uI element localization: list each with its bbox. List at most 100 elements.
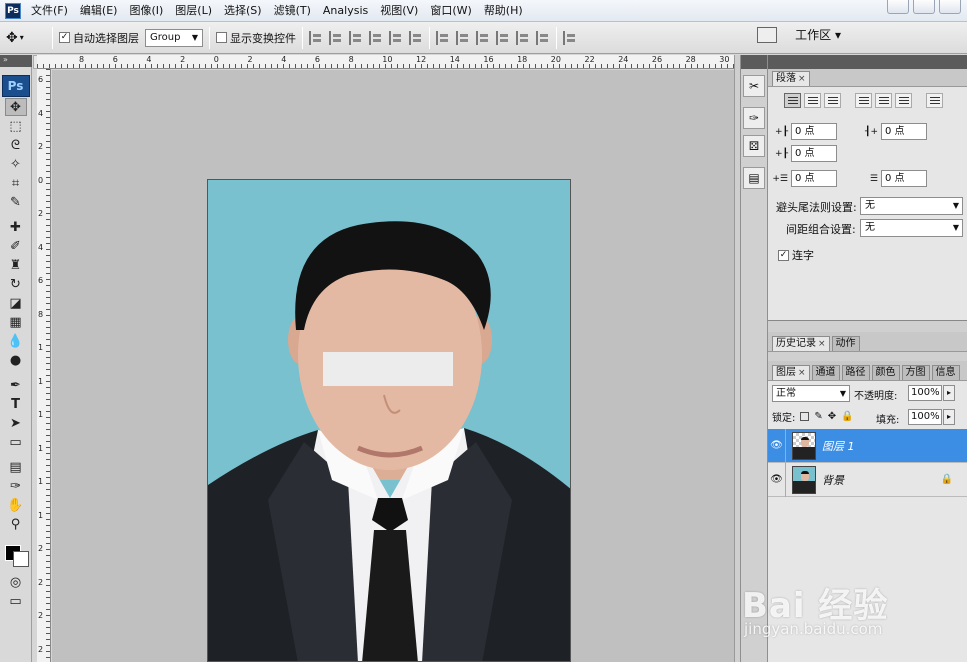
color-swatches[interactable] [3,537,29,567]
move-tool-icon[interactable]: ✥ [4,98,27,116]
blend-mode-select[interactable]: 正常 [772,385,850,402]
distribute-right-icon[interactable] [536,30,550,45]
clone-stamp-tool-icon[interactable]: ♜ [5,256,27,274]
tool-options-icon[interactable]: ✂ [743,75,765,97]
path-selection-tool-icon[interactable]: ➤ [5,414,27,432]
fill-slider-button[interactable]: ▸ [943,409,955,425]
marquee-tool-icon[interactable]: ⬚ [5,117,27,135]
lock-position-icon[interactable]: ✥ [828,411,836,422]
align-right-text-icon[interactable] [824,93,841,108]
tab-histogram[interactable]: 方图 [901,365,930,380]
menu-filter[interactable]: 滤镜(T) [268,0,317,22]
menu-edit[interactable]: 编辑(E) [74,0,124,22]
align-top-icon[interactable] [309,30,323,45]
indent-left-input[interactable]: 0 点 [791,123,837,140]
visibility-eye-icon[interactable]: 👁 [768,462,786,497]
lock-pixels-icon[interactable]: ✎ [814,411,822,422]
canvas-area[interactable] [52,70,734,662]
layer-name[interactable]: 图层 1 [822,438,855,454]
justify-center-icon[interactable] [875,93,892,108]
brush-presets-icon[interactable]: ✑ [743,107,765,129]
align-center-text-icon[interactable] [804,93,821,108]
show-transform-checkbox[interactable]: 显示变换控件 [216,30,296,46]
mojikumi-select[interactable]: 无 [860,219,963,237]
crop-tool-icon[interactable]: ⌗ [5,174,27,192]
gradient-tool-icon[interactable]: ▦ [5,313,27,331]
tab-color[interactable]: 颜色 [871,365,900,380]
menu-select[interactable]: 选择(S) [218,0,268,22]
type-tool-icon[interactable]: T [5,395,27,413]
screen-mode-icon[interactable]: ▭ [5,592,27,610]
close-icon[interactable]: × [818,339,826,349]
lock-transparent-icon[interactable] [800,412,810,421]
workspace-button[interactable]: 工作区 ▾ [757,26,841,43]
toolbox-header[interactable]: » [0,55,32,67]
menu-window[interactable]: 窗口(W) [424,0,477,22]
layer-row-layer1[interactable]: 👁 图层 1 [768,428,967,463]
eraser-tool-icon[interactable]: ◪ [5,294,27,312]
menu-image[interactable]: 图像(I) [123,0,169,22]
character-panel-icon[interactable]: ▤ [743,167,765,189]
distribute-hcenter-icon[interactable] [516,30,530,45]
align-vcenter-icon[interactable] [329,30,343,45]
distribute-top-icon[interactable] [436,30,450,45]
eyedropper-tool-icon[interactable]: ✑ [5,477,27,495]
distribute-bottom-icon[interactable] [476,30,490,45]
menu-layer[interactable]: 图层(L) [169,0,218,22]
menu-analysis[interactable]: Analysis [317,0,374,22]
layer-name[interactable]: 背景 [822,472,844,488]
auto-select-checkbox[interactable]: ✓ 自动选择图层 [59,30,139,46]
visibility-eye-icon[interactable]: 👁 [768,428,786,463]
tab-history[interactable]: 历史记录 × [772,336,830,351]
pen-tool-icon[interactable]: ✒ [5,376,27,394]
align-left-text-icon[interactable] [784,93,801,108]
justify-left-icon[interactable] [855,93,872,108]
background-color[interactable] [12,551,29,567]
align-left-icon[interactable] [369,30,383,45]
healing-brush-tool-icon[interactable]: ✚ [5,218,27,236]
minimize-button[interactable] [887,0,909,14]
space-after-input[interactable]: 0 点 [881,170,927,187]
maximize-button[interactable] [913,0,935,14]
close-icon[interactable]: × [798,74,806,84]
opacity-slider-button[interactable]: ▸ [943,385,955,401]
shape-tool-icon[interactable]: ▭ [5,433,27,451]
close-icon[interactable]: × [798,368,806,378]
blur-tool-icon[interactable]: 💧 [5,332,27,350]
lock-all-icon[interactable]: 🔒 [841,411,853,422]
kinsoku-select[interactable]: 无 [860,197,963,215]
notes-tool-icon[interactable]: ▤ [5,458,27,476]
tool-preset-picker[interactable]: ✥ ▾ [6,26,46,50]
menu-file[interactable]: 文件(F) [25,0,74,22]
justify-all-icon[interactable] [926,93,943,108]
tab-paragraph[interactable]: 段落 × [772,71,810,86]
tab-channels[interactable]: 通道 [811,365,840,380]
distribute-left-icon[interactable] [496,30,510,45]
brush-tool-icon[interactable]: ✐ [5,237,27,255]
slice-tool-icon[interactable]: ✎ [5,193,27,211]
auto-select-target-select[interactable]: Group ▼ [145,28,203,47]
lasso-tool-icon[interactable]: ᘓ [5,136,27,154]
auto-align-icon[interactable] [563,30,577,45]
layer-row-background[interactable]: 👁 背景 🔒 [768,462,967,497]
space-before-input[interactable]: 0 点 [791,170,837,187]
opacity-input[interactable]: 100% [908,385,942,401]
quick-mask-icon[interactable]: ◎ [5,573,27,591]
tab-layers[interactable]: 图层 × [772,365,810,380]
align-right-icon[interactable] [409,30,423,45]
fill-input[interactable]: 100% [908,409,942,425]
tab-actions[interactable]: 动作 [831,336,860,351]
menu-view[interactable]: 视图(V) [374,0,424,22]
align-bottom-icon[interactable] [349,30,363,45]
tab-info[interactable]: 信息 [931,365,960,380]
zoom-tool-icon[interactable]: ⚲ [5,515,27,533]
indent-first-line-input[interactable]: 0 点 [791,145,837,162]
justify-right-icon[interactable] [895,93,912,108]
indent-right-input[interactable]: 0 点 [881,123,927,140]
hyphenate-checkbox[interactable]: ✓ 连字 [778,247,814,263]
close-button[interactable] [939,0,961,14]
tab-paths[interactable]: 路径 [841,365,870,380]
dodge-tool-icon[interactable]: ● [5,351,27,369]
magic-wand-tool-icon[interactable]: ✧ [5,155,27,173]
distribute-vcenter-icon[interactable] [456,30,470,45]
